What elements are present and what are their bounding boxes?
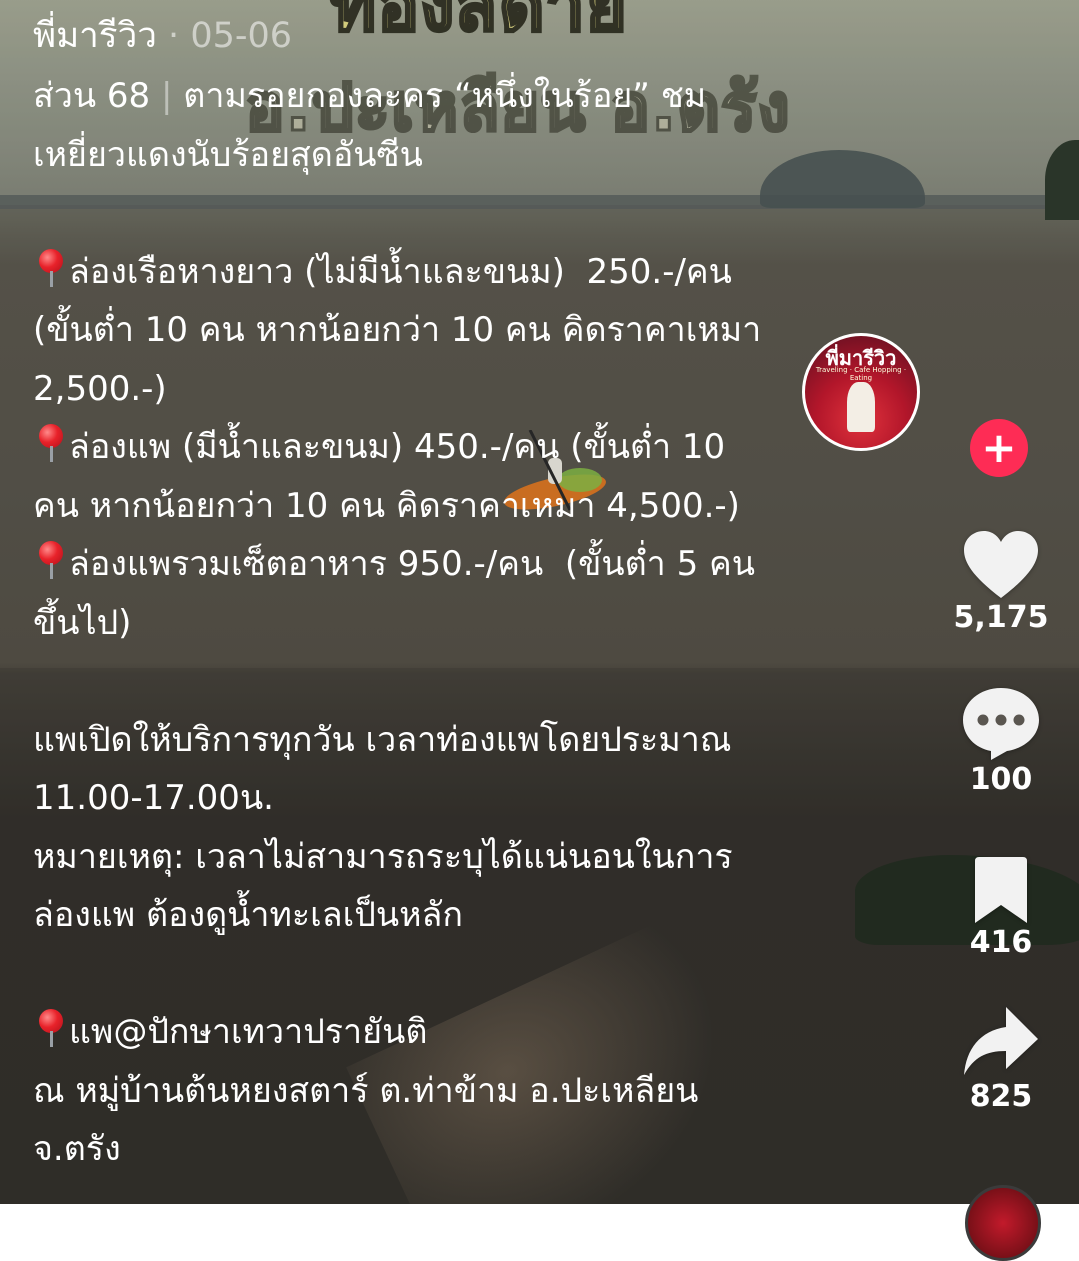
caption-title: ส่วน 68 | ตามรอยกองละคร “หนึ่งในร้อย” ชม	[33, 67, 833, 126]
caption-line: ล่องแพรวมเซ็ตอาหาร 950.-/คน (ขั้นต่ำ 5 ค…	[33, 535, 833, 594]
comment-button[interactable]: 100	[940, 686, 1062, 797]
comment-icon	[963, 688, 1039, 760]
caption-line: 2,500.-)	[33, 368, 167, 409]
like-button[interactable]: 5,175	[940, 530, 1062, 635]
pin-icon	[33, 247, 69, 287]
series-part: ส่วน 68	[33, 76, 151, 116]
caption-line: (ขั้นต่ำ 10 คน หากน้อยกว่า 10 คน คิดราคา…	[33, 310, 762, 350]
caption-panel[interactable]: พี่มารีวิว · 05-06 ส่วน 68 | ตามรอยกองละ…	[33, 12, 833, 1179]
caption-line: คน หากน้อยกว่า 10 คน คิดราคาเหมา 4,500.-…	[33, 485, 740, 526]
music-disc-icon[interactable]	[965, 1185, 1041, 1261]
caption-line: แพ@ปักษาเทวาปรายันติ	[33, 1003, 833, 1062]
author-line: พี่มารีวิว · 05-06	[33, 12, 833, 60]
pin-icon	[33, 422, 69, 462]
caption-line: ล่องแพ ต้องดูน้ำทะเลเป็นหลัก	[33, 895, 463, 935]
bookmark-button[interactable]: 416	[940, 855, 1062, 960]
plus-icon: +	[981, 423, 1017, 472]
share-count: 825	[969, 1079, 1033, 1114]
post-date: 05-06	[190, 16, 293, 56]
share-button[interactable]: 825	[940, 1005, 1062, 1114]
caption-line: ล่องแพ (มีน้ำและขนม) 450.-/คน (ขั้นต่ำ 1…	[33, 418, 833, 477]
caption-line: หมายเหตุ: เวลาไม่สามารถระบุได้แน่นอนในกา…	[33, 836, 733, 877]
caption-line: ณ หมู่บ้านต้นหยงสตาร์ ต.ท่าข้าม อ.ปะเหลี…	[33, 1070, 699, 1111]
comment-count: 100	[969, 762, 1033, 797]
separator: ·	[168, 16, 180, 56]
pin-icon	[33, 539, 69, 579]
avatar-figure	[847, 382, 875, 432]
bookmark-count: 416	[969, 925, 1033, 960]
bookmark-icon	[975, 857, 1027, 923]
creator-avatar[interactable]: พี่มารีวิว Traveling · Cafe Hopping · Ea…	[802, 333, 920, 451]
caption-line: แพเปิดให้บริการทุกวัน เวลาท่องแพโดยประมา…	[33, 719, 732, 760]
pin-icon	[33, 1007, 69, 1047]
heart-icon	[964, 531, 1038, 598]
caption-line: 11.00-17.00น.	[33, 778, 274, 818]
caption-line: ล่องเรือหางยาว (ไม่มีน้ำและขนม) 250.-/คน	[33, 243, 833, 302]
title-text: ตามรอยกองละคร “หนึ่งในร้อย” ชม	[183, 76, 707, 116]
follow-button[interactable]: +	[970, 419, 1028, 477]
caption-line: ขึ้นไป)	[33, 602, 132, 643]
avatar-subtitle: Traveling · Cafe Hopping · Eating	[815, 366, 907, 382]
share-icon	[964, 1007, 1038, 1075]
author-name[interactable]: พี่มารีวิว	[33, 16, 157, 56]
caption-title-line2: เหยี่ยวแดงนับร้อยสุดอันซีน	[33, 134, 423, 175]
caption-line: จ.ตรัง	[33, 1129, 121, 1169]
like-count: 5,175	[953, 600, 1049, 635]
title-divider: |	[160, 76, 173, 116]
